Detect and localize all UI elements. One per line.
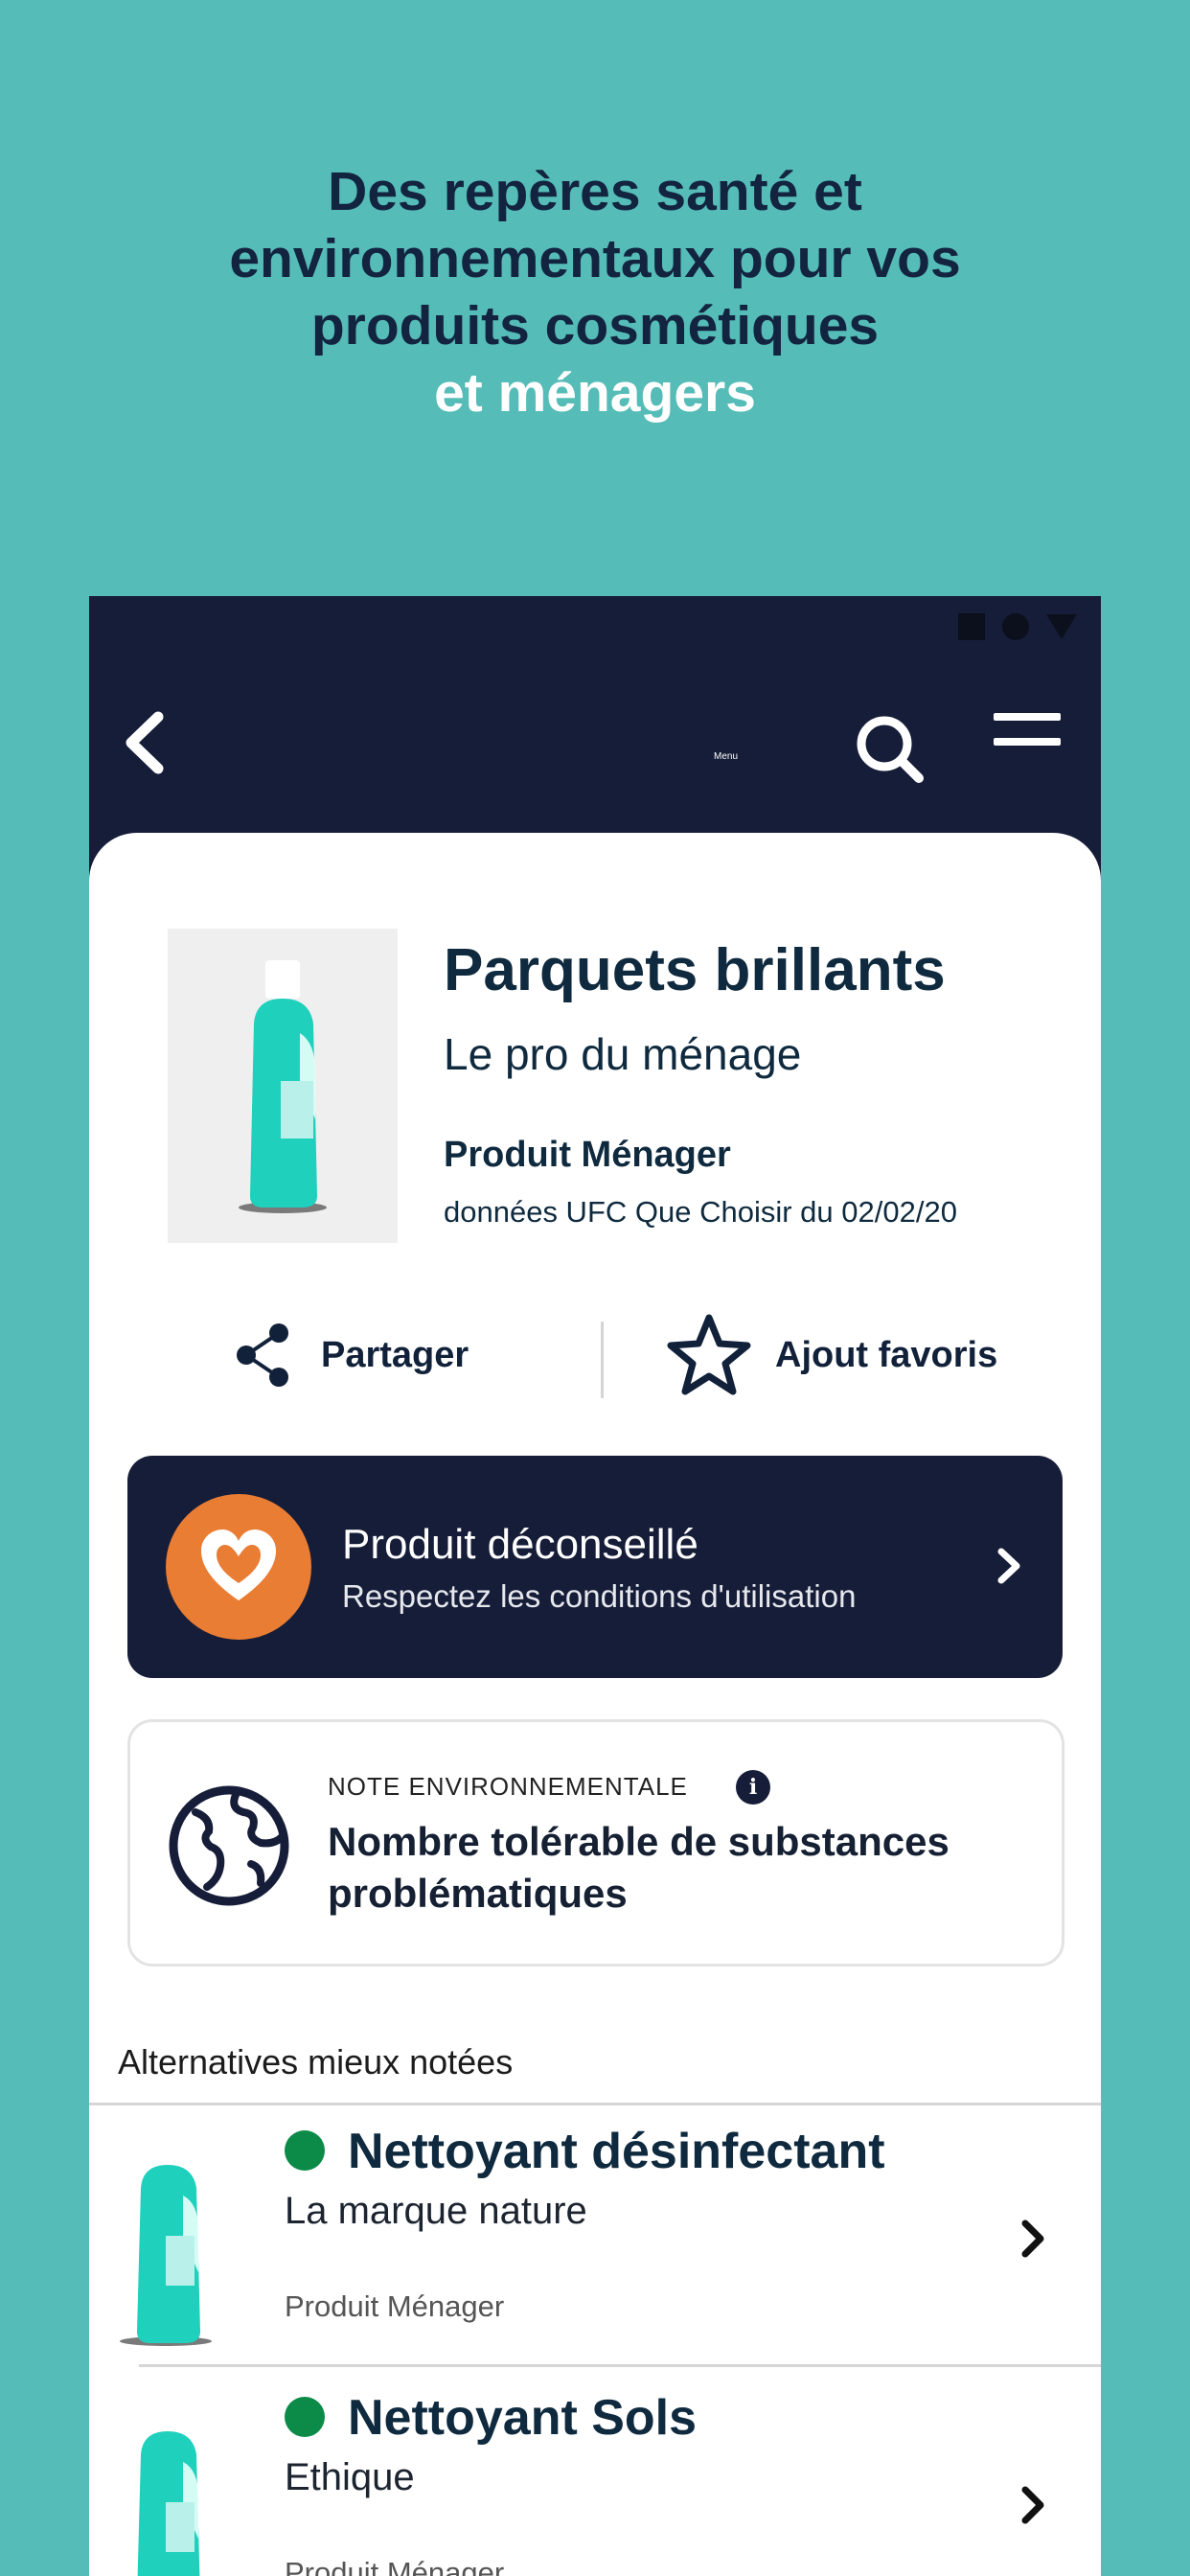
search-button[interactable] <box>854 713 930 790</box>
alternative-category: Produit Ménager <box>285 2289 505 2323</box>
bottle-icon <box>120 2130 212 2346</box>
chevron-right-icon <box>990 1542 1028 1590</box>
action-divider <box>601 1322 604 1398</box>
hamburger-menu-icon[interactable] <box>994 713 1061 761</box>
info-icon[interactable]: i <box>736 1770 770 1805</box>
alternatives-header: Alternatives mieux notées <box>118 2042 514 2082</box>
product-card: Parquets brillants Le pro du ménage Prod… <box>89 833 1101 2576</box>
headline-line-3: produits cosmétiques <box>310 295 880 356</box>
environment-label: NOTE ENVIRONNEMENTALE <box>328 1772 688 1801</box>
list-item[interactable]: Nettoyant Sols Ethique Produit Ménager <box>89 2372 1101 2576</box>
product-image <box>168 929 398 1243</box>
chevron-right-icon <box>1014 2216 1052 2262</box>
globe-icon <box>167 1783 291 1908</box>
phone-screen: Menu Parquets brillants Le pro du ménage… <box>89 596 1101 2576</box>
share-icon <box>237 1323 288 1387</box>
headline-line-4: et ménagers <box>434 362 756 424</box>
status-triangle-icon <box>1046 614 1077 639</box>
alternative-category: Produit Ménager <box>285 2556 505 2576</box>
alternative-image <box>110 2395 225 2576</box>
chevron-right-icon <box>1014 2482 1052 2528</box>
headline-line-2: environnementaux pour vos <box>229 228 961 289</box>
environment-text: Nombre tolérable de substances problémat… <box>328 1819 950 1916</box>
promo-headline: Des repères santé et environnementaux po… <box>0 158 1190 426</box>
back-arrow-icon <box>126 711 164 774</box>
hamburger-bar <box>994 738 1061 746</box>
alternative-name: Nettoyant Sols <box>348 2390 698 2446</box>
product-source: données UFC Que Choisir du 02/02/20 <box>444 1195 957 1229</box>
rating-dot <box>285 2130 325 2171</box>
list-item[interactable]: Nettoyant désinfectant La marque nature … <box>89 2105 1101 2370</box>
health-rating-card[interactable]: Produit déconseillé Respectez les condit… <box>127 1456 1063 1678</box>
share-label: Partager <box>321 1334 469 1375</box>
health-rating-subtitle: Respectez les conditions d'utilisation <box>342 1578 857 1614</box>
favorite-label: Ajout favoris <box>775 1334 998 1375</box>
bottle-icon <box>137 2397 200 2576</box>
product-brand: Le pro du ménage <box>444 1029 802 1079</box>
hamburger-bar <box>994 713 1061 721</box>
menu-label: Menu <box>714 751 739 762</box>
environment-rating-card[interactable]: NOTE ENVIRONNEMENTALE i Nombre tolérable… <box>127 1719 1064 1966</box>
list-divider <box>139 2364 1101 2367</box>
alternative-image <box>110 2128 225 2349</box>
back-button[interactable] <box>118 709 175 776</box>
status-circle-icon <box>1002 613 1029 640</box>
alternative-brand: Ethique <box>285 2456 415 2498</box>
health-badge <box>166 1494 311 1640</box>
share-button[interactable]: Partager <box>233 1312 469 1398</box>
status-square-icon <box>958 613 985 640</box>
alternative-brand: La marque nature <box>285 2190 587 2232</box>
rating-dot <box>285 2397 325 2437</box>
heart-icon <box>201 1530 276 1600</box>
health-rating-title: Produit déconseillé <box>342 1521 698 1568</box>
action-row: Partager Ajout favoris <box>89 1312 1101 1398</box>
search-icon <box>857 716 924 783</box>
star-icon <box>667 1314 751 1395</box>
product-category: Produit Ménager <box>444 1135 731 1175</box>
alternative-name: Nettoyant désinfectant <box>348 2124 885 2179</box>
headline-line-1: Des repères santé et <box>328 161 862 222</box>
bottle-icon <box>239 960 327 1213</box>
status-bar <box>958 613 1077 640</box>
product-title: Parquets brillants <box>444 937 946 1003</box>
favorite-button[interactable]: Ajout favoris <box>666 1312 997 1398</box>
